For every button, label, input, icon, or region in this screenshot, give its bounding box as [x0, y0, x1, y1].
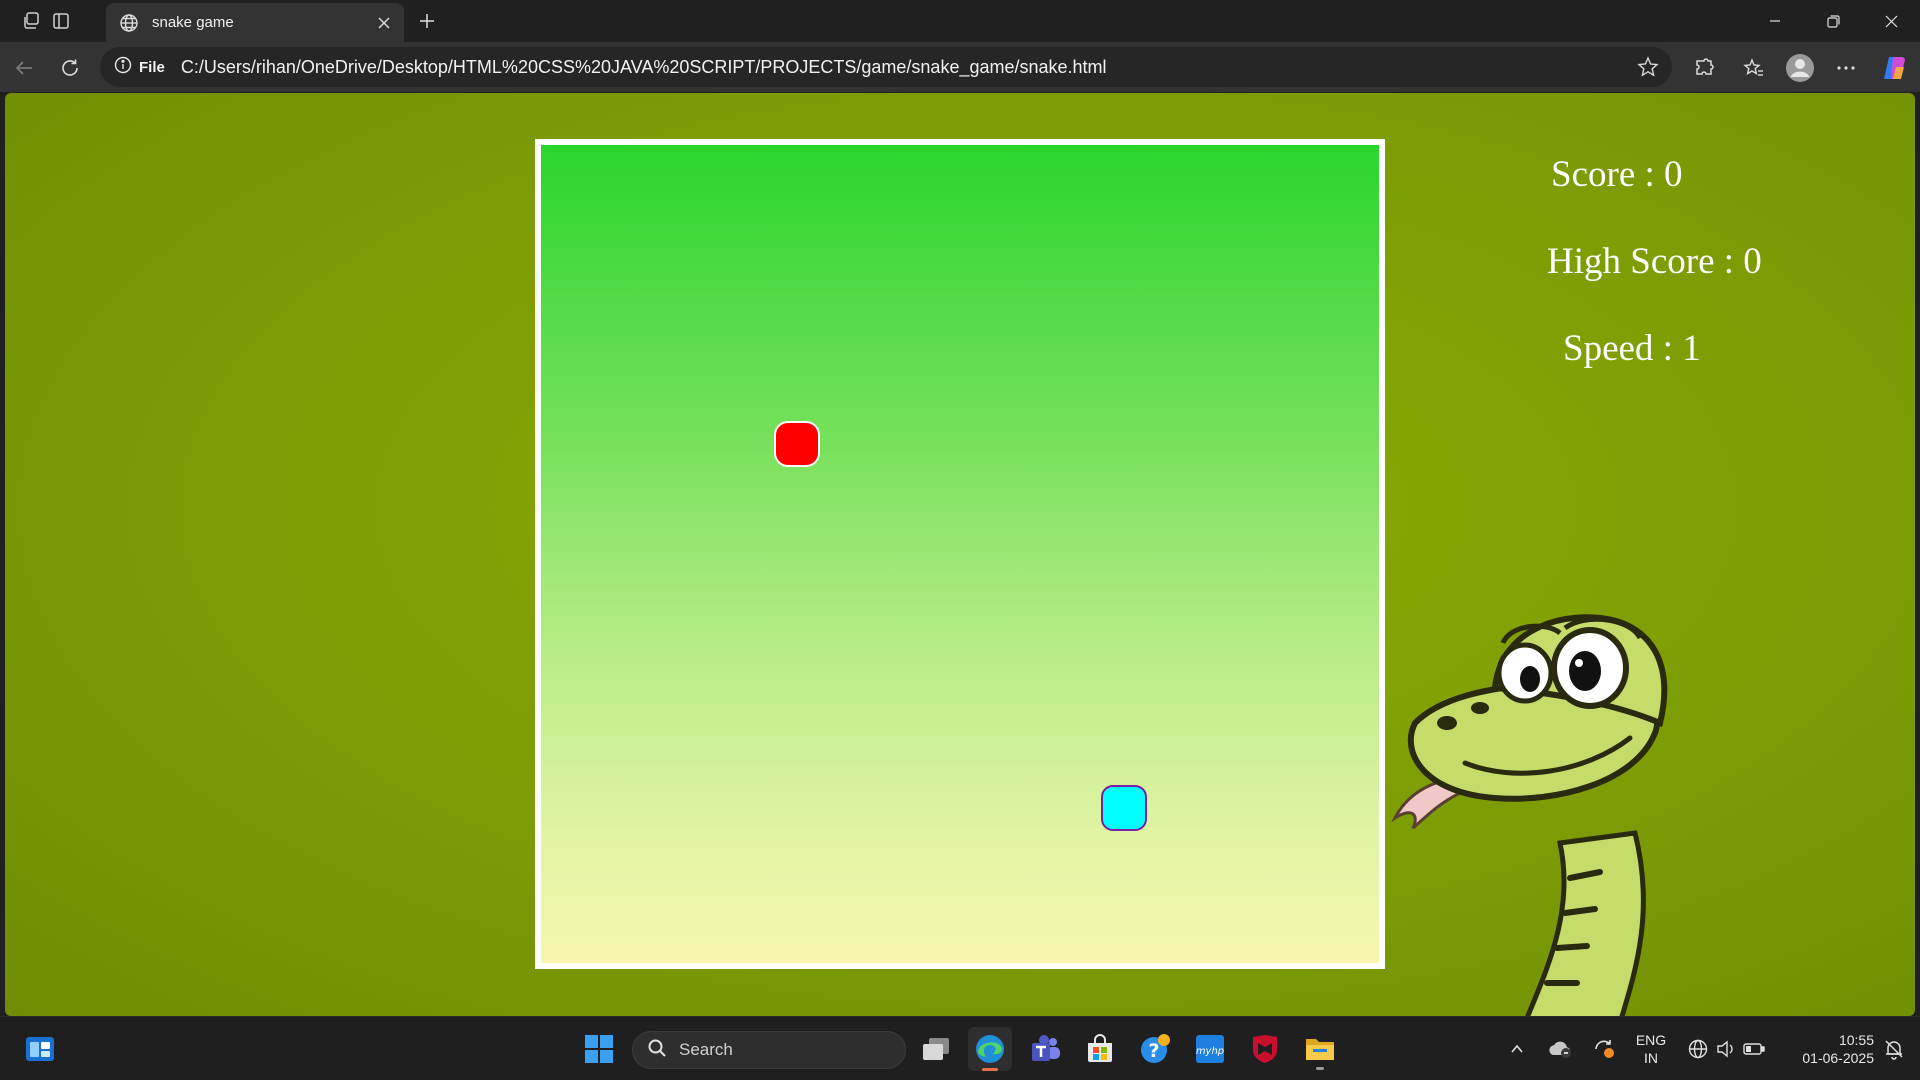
- chevron-up-icon[interactable]: [1500, 1027, 1534, 1071]
- file-explorer-icon[interactable]: [1298, 1027, 1342, 1071]
- search-label: Search: [679, 1040, 733, 1059]
- tab-actions-icon[interactable]: [46, 6, 76, 36]
- globe-icon: [118, 12, 140, 34]
- active-indicator: [982, 1068, 998, 1071]
- high-score-value: 0: [1743, 241, 1762, 282]
- battery-icon[interactable]: [1736, 1027, 1772, 1071]
- search-icon: [647, 1038, 667, 1063]
- edge-icon[interactable]: [968, 1027, 1012, 1071]
- sync-icon[interactable]: [1584, 1027, 1624, 1071]
- high-score-display: High Score : 0: [1547, 240, 1762, 283]
- workspaces-icon[interactable]: [16, 6, 46, 36]
- info-icon: [114, 56, 132, 79]
- tab-snake-game[interactable]: snake game: [106, 3, 404, 42]
- speed-display: Speed : 1: [1563, 327, 1701, 370]
- browser-title-bar: snake game: [0, 0, 1920, 42]
- favorites-icon[interactable]: [1738, 52, 1770, 84]
- help-icon[interactable]: ?: [1133, 1027, 1177, 1071]
- close-icon[interactable]: [374, 13, 394, 33]
- star-icon[interactable]: [1634, 53, 1662, 81]
- tab-title: snake game: [152, 14, 234, 31]
- snake-mascot-image: [1391, 614, 1668, 1016]
- score-value: 0: [1664, 154, 1683, 195]
- clock-date: 01-06-2025: [1802, 1050, 1874, 1066]
- more-icon[interactable]: [1830, 52, 1862, 84]
- teams-icon[interactable]: [1024, 1027, 1068, 1071]
- svg-text:myhp: myhp: [1196, 1046, 1224, 1057]
- language-line1: ENG: [1635, 1032, 1667, 1048]
- snake-head: [1101, 785, 1147, 831]
- address-bar[interactable]: File C:/Users/rihan/OneDrive/Desktop/HTM…: [100, 47, 1672, 87]
- minimize-icon[interactable]: [1746, 0, 1804, 42]
- notification-icon[interactable]: [1874, 1027, 1914, 1071]
- clock-time: 10:55: [1838, 1032, 1874, 1048]
- site-info-chip[interactable]: File: [110, 53, 173, 81]
- widgets-icon[interactable]: [18, 1027, 62, 1071]
- food: [774, 421, 820, 467]
- url-text[interactable]: C:/Users/rihan/OneDrive/Desktop/HTML%20C…: [181, 57, 1107, 78]
- windows-start-icon[interactable]: [577, 1027, 621, 1071]
- site-chip-label: File: [139, 58, 165, 76]
- windows-taskbar: Search ? myhp ENG IN 10:55 01-06-2025: [0, 1016, 1920, 1080]
- score-display: Score : 0: [1551, 153, 1683, 196]
- copilot-icon[interactable]: [1878, 52, 1910, 84]
- profile-icon[interactable]: [1784, 52, 1816, 84]
- onedrive-icon[interactable]: [1540, 1027, 1580, 1071]
- task-view-icon[interactable]: [914, 1027, 958, 1071]
- browser-toolbar: File C:/Users/rihan/OneDrive/Desktop/HTM…: [0, 42, 1920, 92]
- taskbar-search-box[interactable]: Search: [632, 1031, 906, 1069]
- language-indicator[interactable]: ENG IN: [1630, 1031, 1672, 1067]
- back-icon[interactable]: [8, 52, 40, 84]
- store-icon[interactable]: [1078, 1027, 1122, 1071]
- mcafee-icon[interactable]: [1243, 1027, 1287, 1071]
- extensions-icon[interactable]: [1688, 52, 1720, 84]
- score-label: Score :: [1551, 154, 1665, 195]
- svg-text:?: ?: [1148, 1040, 1159, 1062]
- restore-icon[interactable]: [1804, 0, 1862, 42]
- close-window-icon[interactable]: [1862, 0, 1920, 42]
- clock[interactable]: 10:55 01-06-2025: [1780, 1031, 1874, 1067]
- refresh-icon[interactable]: [54, 52, 86, 84]
- high-score-label: High Score :: [1547, 241, 1744, 282]
- plus-icon[interactable]: [412, 6, 442, 36]
- language-line2: IN: [1644, 1050, 1658, 1066]
- running-indicator: [1316, 1067, 1324, 1070]
- myhp-icon[interactable]: myhp: [1188, 1027, 1232, 1071]
- game-board: [535, 139, 1385, 969]
- page-viewport: Score : 0 High Score : 0 Speed : 1: [5, 93, 1915, 1016]
- speed-value: 1: [1682, 328, 1701, 369]
- speed-label: Speed :: [1563, 328, 1683, 369]
